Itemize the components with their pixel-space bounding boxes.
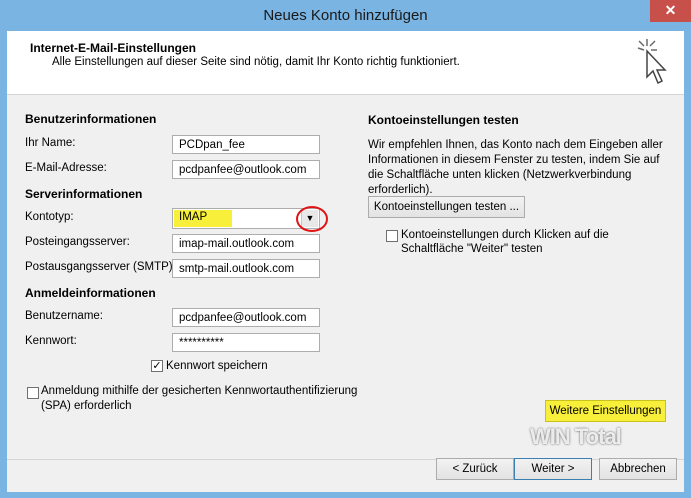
watermark-logo: WIN Total [530,424,622,449]
header-title: Internet-E-Mail-Einstellungen [30,41,197,55]
close-button[interactable]: ✕ [650,0,691,22]
auto-test-checkbox[interactable] [386,230,398,242]
back-button[interactable]: < Zurück [436,458,514,480]
test-description: Wir empfehlen Ihnen, das Konto nach dem … [368,139,663,196]
incoming-server-label: Posteingangsserver: [25,236,130,248]
auto-test-label-line1: Kontoeinstellungen durch Klicken auf die [401,229,609,241]
remember-password-checkbox[interactable]: ✓ [151,360,163,372]
remember-password-label: Kennwort speichern [166,360,268,372]
header-subtitle: Alle Einstellungen auf dieser Seite sind… [52,56,460,68]
password-field[interactable]: ********** [172,333,320,352]
cancel-button[interactable]: Abbrechen [599,458,677,480]
name-field[interactable]: PCDpan_fee [172,135,320,154]
spa-label-line1: Anmeldung mithilfe der gesicherten Kennw… [41,385,358,397]
test-settings-button[interactable]: Kontoeinstellungen testen ... [368,196,525,218]
username-field[interactable]: pcdpanfee@outlook.com [172,308,320,327]
server-info-heading: Serverinformationen [25,187,143,201]
incoming-server-field[interactable]: imap-mail.outlook.com [172,234,320,253]
title-bar[interactable]: Neues Konto hinzufügen ✕ [0,0,691,32]
login-info-heading: Anmeldeinformationen [25,286,156,300]
highlight-ring [296,206,328,232]
password-label: Kennwort: [25,335,77,347]
outgoing-server-field[interactable]: smtp-mail.outlook.com [172,259,320,278]
cursor-click-icon [637,39,667,85]
name-label: Ihr Name: [25,137,76,149]
dialog-window: Neues Konto hinzufügen ✕ Internet-E-Mail… [0,0,691,498]
more-settings-button[interactable]: Weitere Einstellungen [545,400,666,422]
email-field[interactable]: pcdpanfee@outlook.com [172,160,320,179]
dialog-header: Internet-E-Mail-Einstellungen Alle Einst… [7,31,684,95]
outgoing-server-label: Postausgangsserver (SMTP): [25,261,176,273]
auto-test-label-line2: Schaltfläche "Weiter" testen [401,243,543,255]
next-button[interactable]: Weiter > [514,458,592,480]
email-label: E-Mail-Adresse: [25,162,107,174]
account-type-value: IMAP [174,210,232,227]
window-title: Neues Konto hinzufügen [263,7,428,24]
spa-checkbox[interactable] [27,387,39,399]
dialog-content: Internet-E-Mail-Einstellungen Alle Einst… [7,31,684,492]
test-heading: Kontoeinstellungen testen [368,113,519,127]
username-label: Benutzername: [25,310,103,322]
user-info-heading: Benutzerinformationen [25,112,157,126]
account-type-label: Kontotyp: [25,211,74,223]
spa-label-line2: (SPA) erforderlich [41,400,132,412]
